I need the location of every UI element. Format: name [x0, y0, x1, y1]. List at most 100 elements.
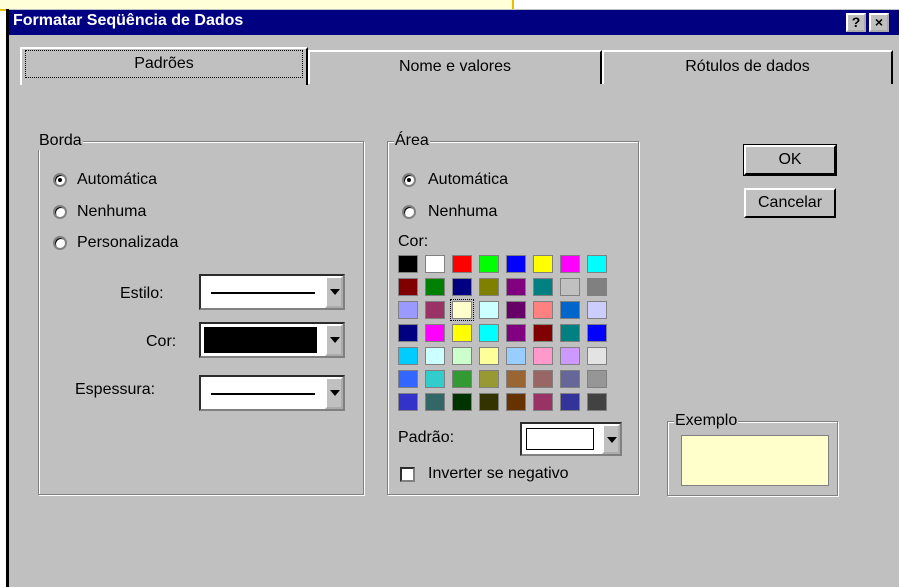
tab-nome-e-valores-label: Nome e valores — [398, 58, 512, 75]
color-swatch[interactable] — [479, 301, 499, 319]
color-swatch[interactable] — [479, 393, 499, 411]
color-swatch[interactable] — [533, 370, 553, 388]
color-swatch[interactable] — [506, 393, 526, 411]
color-swatch[interactable] — [560, 393, 580, 411]
color-swatch[interactable] — [425, 301, 445, 319]
color-swatch[interactable] — [398, 393, 418, 411]
color-swatch[interactable] — [506, 278, 526, 296]
area-legend: Área — [394, 132, 430, 150]
color-swatch[interactable] — [398, 347, 418, 365]
title-bar[interactable]: Formatar Seqüência de Dados ? × — [9, 10, 899, 35]
espessura-label: Espessura: — [75, 381, 156, 398]
color-swatch[interactable] — [587, 370, 607, 388]
color-swatch[interactable] — [425, 324, 445, 342]
borda-personalizada-radio[interactable] — [53, 236, 67, 250]
color-swatch[interactable] — [452, 347, 472, 365]
area-automatica-radio[interactable] — [402, 173, 416, 187]
color-swatch[interactable] — [533, 255, 553, 273]
area-nenhuma-label[interactable]: Nenhuma — [428, 202, 497, 222]
color-swatch[interactable] — [398, 301, 418, 319]
color-swatch[interactable] — [533, 347, 553, 365]
borda-cor-sample — [204, 327, 317, 353]
borda-automatica-radio[interactable] — [53, 173, 67, 187]
color-swatch[interactable] — [425, 370, 445, 388]
color-swatch[interactable] — [587, 278, 607, 296]
ok-button[interactable]: OK — [743, 144, 837, 176]
borda-automatica-label[interactable]: Automática — [77, 170, 157, 190]
color-swatch[interactable] — [479, 370, 499, 388]
color-swatch[interactable] — [533, 301, 553, 319]
estilo-select[interactable] — [199, 274, 345, 310]
borda-personalizada-label[interactable]: Personalizada — [77, 233, 178, 253]
padrao-select[interactable] — [520, 422, 622, 456]
borda-nenhuma-label[interactable]: Nenhuma — [77, 202, 146, 222]
borda-legend: Borda — [38, 132, 83, 150]
area-automatica-label[interactable]: Automática — [428, 170, 508, 190]
color-swatch[interactable] — [587, 347, 607, 365]
color-swatch[interactable] — [452, 393, 472, 411]
color-swatch[interactable] — [560, 347, 580, 365]
area-nenhuma-radio[interactable] — [402, 205, 416, 219]
cancel-button-label: Cancelar — [757, 194, 823, 211]
color-swatch[interactable] — [506, 347, 526, 365]
color-swatch[interactable] — [452, 278, 472, 296]
dialog-title: Formatar Seqüência de Dados — [13, 12, 244, 29]
inverter-checkbox[interactable] — [400, 467, 415, 482]
color-swatch[interactable] — [479, 255, 499, 273]
color-swatch[interactable] — [425, 255, 445, 273]
espessura-line-sample — [211, 393, 315, 395]
color-swatch[interactable] — [479, 324, 499, 342]
tab-focus-rect — [25, 50, 303, 78]
estilo-line-sample — [211, 292, 315, 294]
color-swatch[interactable] — [398, 370, 418, 388]
color-swatch[interactable] — [587, 255, 607, 273]
color-swatch[interactable] — [533, 278, 553, 296]
inverter-label[interactable]: Inverter se negativo — [428, 464, 569, 484]
tab-rotulos-de-dados[interactable]: Rótulos de dados — [602, 50, 893, 84]
color-swatch[interactable] — [533, 324, 553, 342]
exemplo-legend: Exemplo — [674, 412, 739, 430]
borda-cor-select[interactable] — [199, 322, 345, 358]
color-swatch[interactable] — [450, 299, 474, 321]
color-swatch[interactable] — [479, 347, 499, 365]
chevron-down-icon[interactable] — [325, 276, 343, 308]
borda-nenhuma-radio[interactable] — [53, 205, 67, 219]
help-button[interactable]: ? — [846, 13, 866, 32]
color-swatch[interactable] — [506, 255, 526, 273]
color-swatch[interactable] — [533, 393, 553, 411]
color-swatch[interactable] — [398, 255, 418, 273]
color-swatch[interactable] — [425, 278, 445, 296]
tab-rotulos-de-dados-label: Rótulos de dados — [685, 58, 810, 75]
color-swatch[interactable] — [506, 301, 526, 319]
color-swatch[interactable] — [560, 370, 580, 388]
color-swatch[interactable] — [425, 347, 445, 365]
chevron-down-icon[interactable] — [325, 377, 343, 409]
color-swatch[interactable] — [479, 278, 499, 296]
color-swatch[interactable] — [452, 370, 472, 388]
chevron-down-icon[interactable] — [325, 324, 343, 356]
chevron-down-icon[interactable] — [602, 424, 620, 454]
cancel-button[interactable]: Cancelar — [744, 188, 836, 218]
ok-button-label: OK — [778, 151, 802, 168]
close-button[interactable]: × — [869, 13, 889, 32]
color-swatch[interactable] — [560, 255, 580, 273]
color-swatch[interactable] — [587, 324, 607, 342]
color-palette — [398, 255, 618, 415]
color-swatch[interactable] — [587, 393, 607, 411]
color-swatch[interactable] — [560, 278, 580, 296]
color-swatch[interactable] — [398, 278, 418, 296]
color-swatch[interactable] — [425, 393, 445, 411]
exemplo-preview — [681, 435, 829, 486]
area-cor-label: Cor: — [398, 233, 429, 250]
color-swatch[interactable] — [452, 324, 472, 342]
padrao-sample — [526, 428, 594, 450]
color-swatch[interactable] — [587, 301, 607, 319]
tab-nome-e-valores[interactable]: Nome e valores — [308, 50, 602, 84]
color-swatch[interactable] — [560, 324, 580, 342]
espessura-select[interactable] — [199, 375, 345, 411]
color-swatch[interactable] — [506, 370, 526, 388]
color-swatch[interactable] — [506, 324, 526, 342]
color-swatch[interactable] — [452, 255, 472, 273]
color-swatch[interactable] — [398, 324, 418, 342]
color-swatch[interactable] — [560, 301, 580, 319]
